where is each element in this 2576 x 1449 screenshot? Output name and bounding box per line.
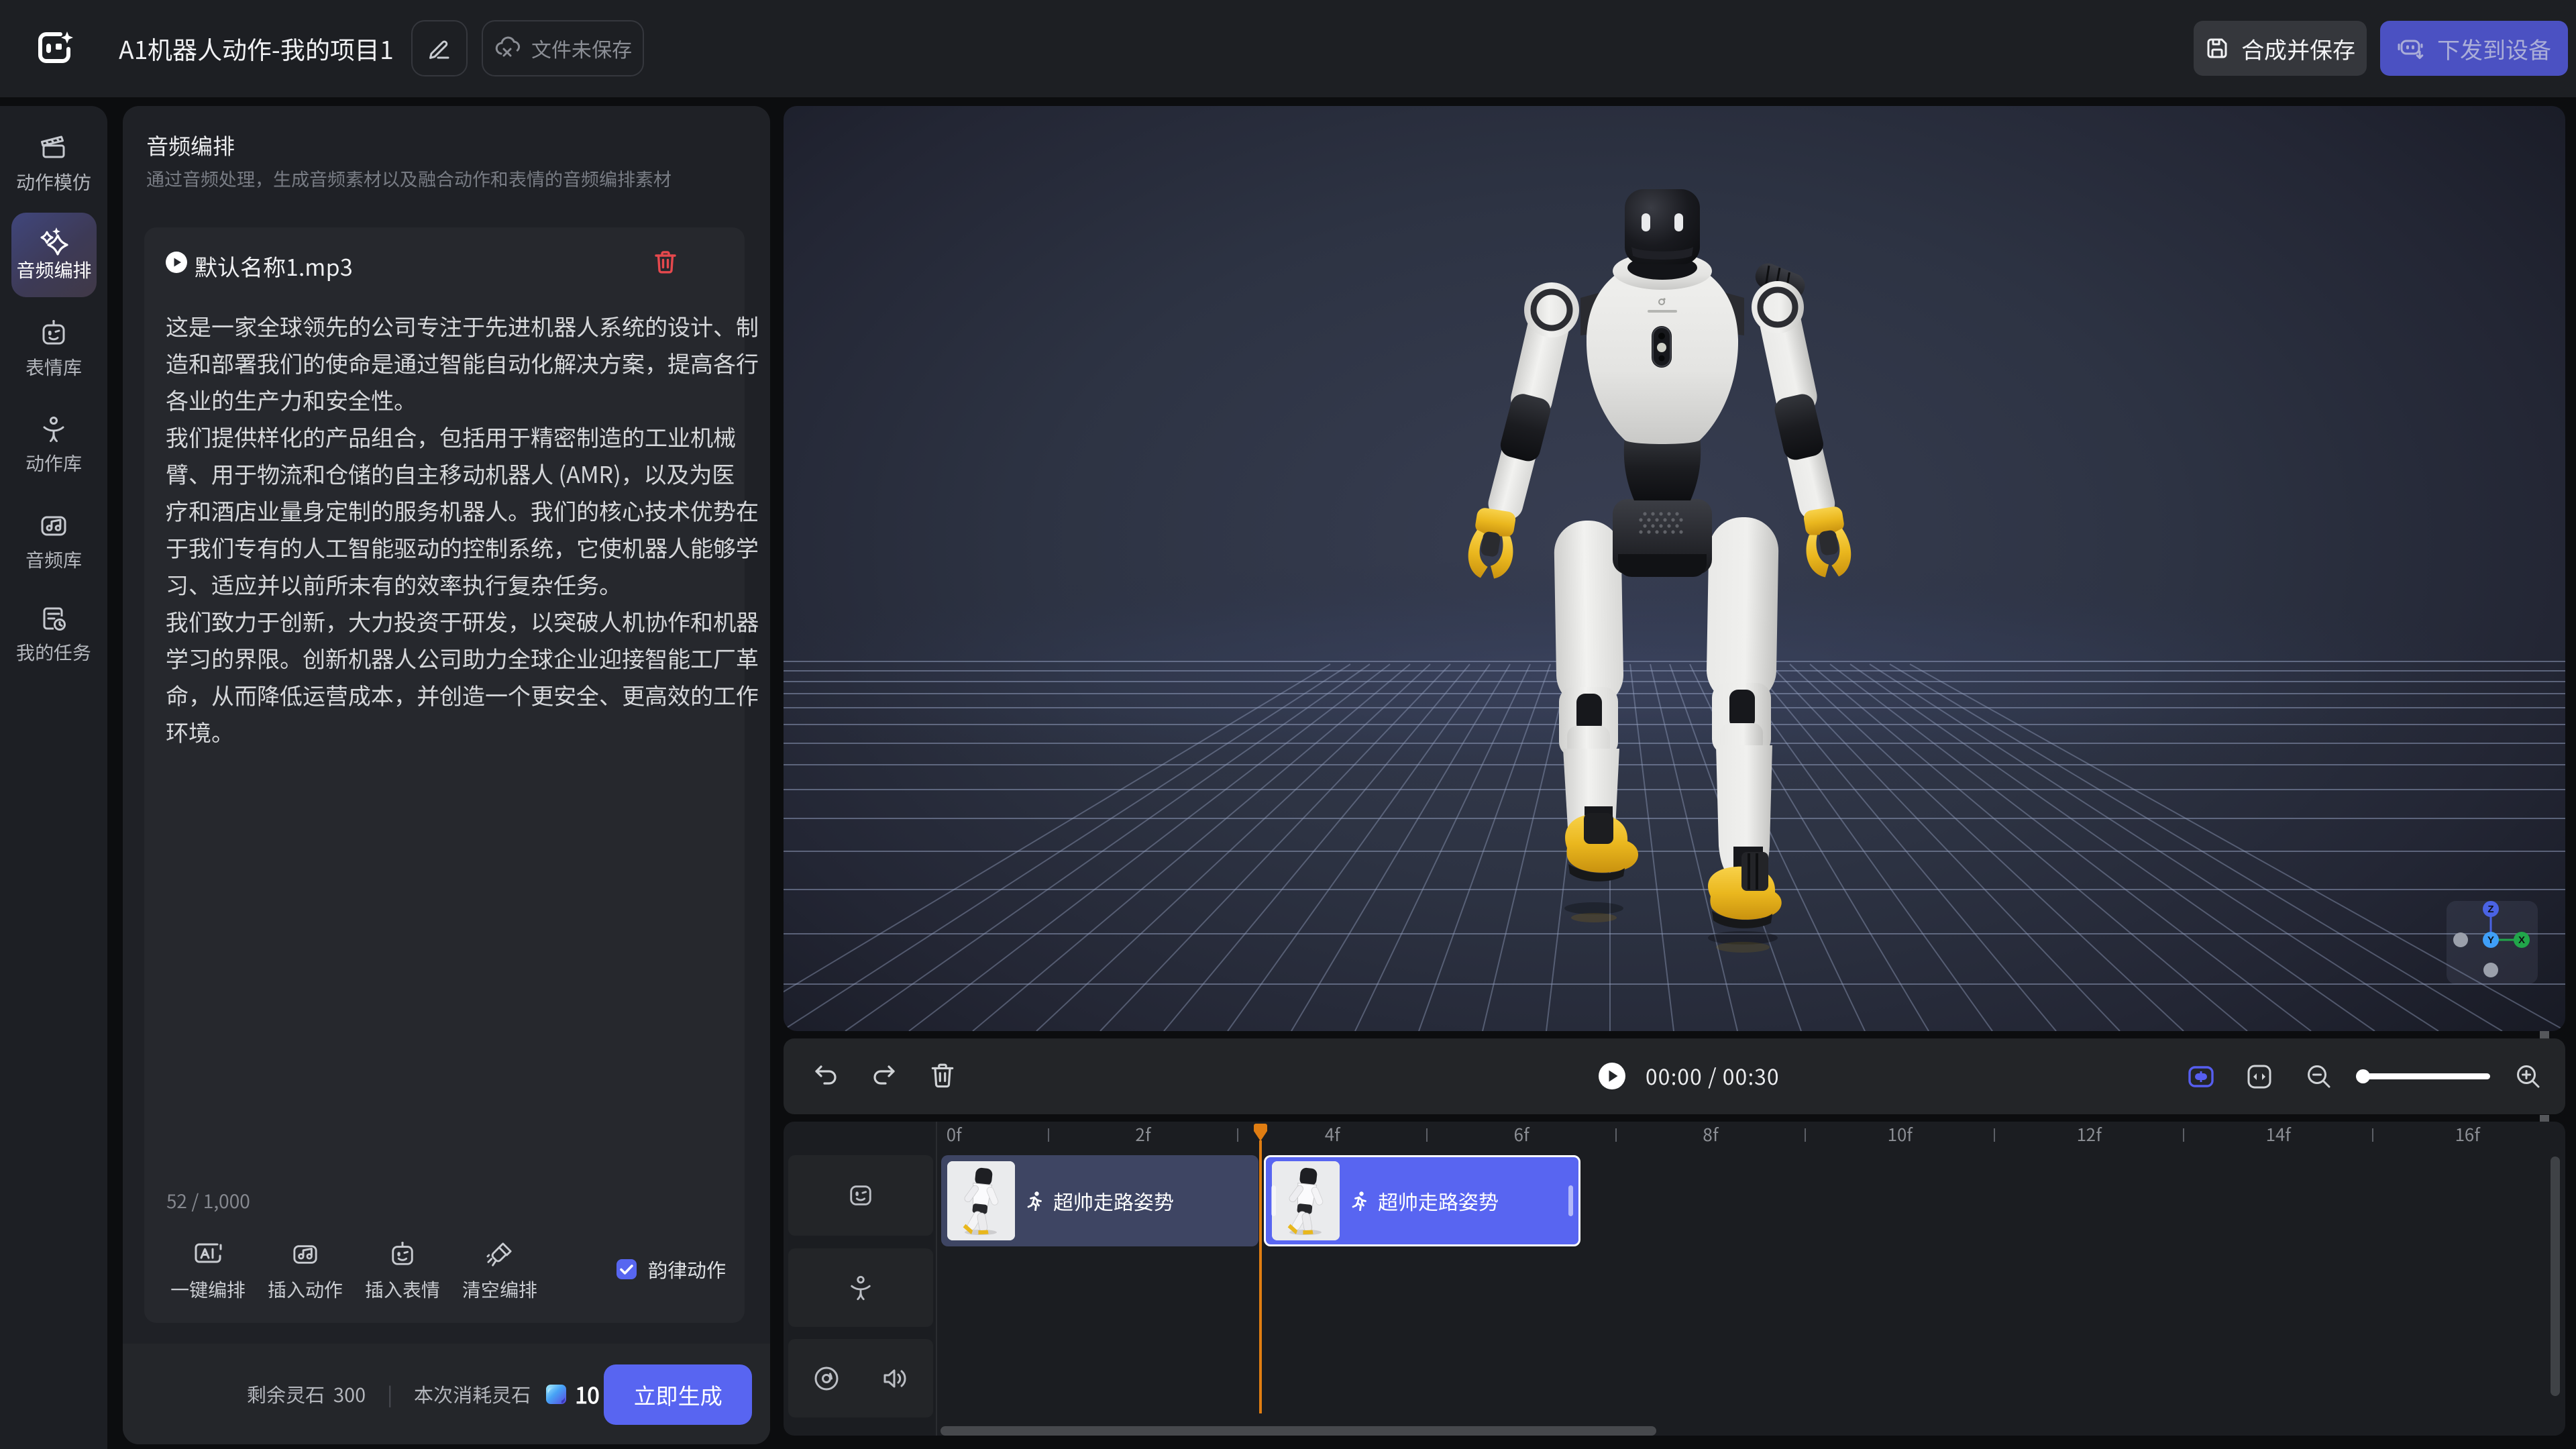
svg-text:Z: Z xyxy=(2487,902,2493,916)
svg-text:Y: Y xyxy=(2487,932,2494,947)
svg-text:X: X xyxy=(2518,932,2525,947)
